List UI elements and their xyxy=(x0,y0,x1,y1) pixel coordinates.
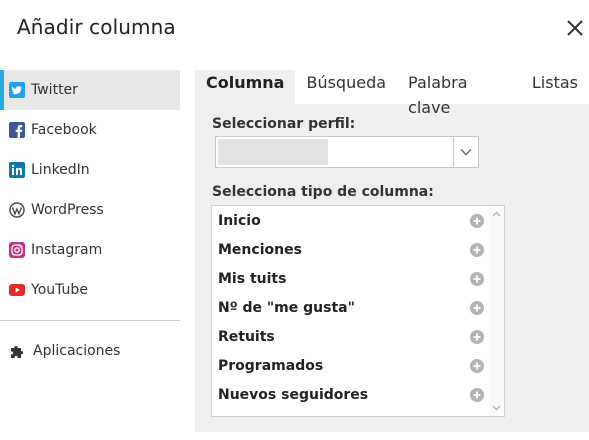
list-item[interactable]: Retuits xyxy=(212,322,490,351)
sidebar: Twitter Facebook LinkedIn WordPress Inst… xyxy=(0,70,180,310)
list-item-label: Nº de "me gusta" xyxy=(218,299,355,316)
list-item[interactable]: Mis tuits xyxy=(212,264,490,293)
list-item-label: Nuevos seguidores xyxy=(218,386,369,403)
profile-label: Seleccionar perfil: xyxy=(212,116,356,132)
sidebar-item-label: WordPress xyxy=(31,202,104,218)
list-scrollbar[interactable] xyxy=(489,206,504,416)
list-item[interactable]: Menciones xyxy=(212,235,490,264)
chevron-up-icon[interactable] xyxy=(492,211,501,217)
sidebar-item-label: YouTube xyxy=(31,282,88,298)
youtube-icon xyxy=(9,282,25,298)
linkedin-icon xyxy=(9,162,25,178)
sidebar-item-facebook[interactable]: Facebook xyxy=(0,110,180,150)
list-item-label: Retuits xyxy=(218,328,275,345)
add-circle-icon[interactable] xyxy=(470,242,484,257)
sidebar-item-label: LinkedIn xyxy=(31,162,90,178)
sidebar-item-instagram[interactable]: Instagram xyxy=(0,230,180,270)
list-item[interactable]: Nº de "me gusta" xyxy=(212,293,490,322)
sidebar-divider xyxy=(0,320,180,321)
wordpress-icon xyxy=(9,202,25,218)
dialog-title: Añadir columna xyxy=(17,15,176,39)
tab-listas[interactable]: Listas xyxy=(521,70,589,104)
add-circle-icon[interactable] xyxy=(470,271,484,286)
list-item-label: Programados xyxy=(218,357,324,374)
list-item-label: Mis tuits xyxy=(218,270,287,287)
add-circle-icon[interactable] xyxy=(470,387,484,402)
close-button[interactable] xyxy=(564,17,586,39)
list-item-label: Menciones xyxy=(218,241,302,258)
chevron-down-icon[interactable] xyxy=(492,405,501,411)
list-item[interactable]: Inicio xyxy=(212,206,490,235)
sidebar-item-apps[interactable]: Aplicaciones xyxy=(9,343,120,359)
tab-columna[interactable]: Columna xyxy=(195,70,296,104)
tab-busqueda[interactable]: Búsqueda xyxy=(295,70,397,104)
column-panel: Columna Búsqueda Palabra clave Listas Se… xyxy=(195,70,589,432)
sidebar-item-label: Instagram xyxy=(31,242,103,258)
apps-label: Aplicaciones xyxy=(33,343,121,359)
twitter-icon xyxy=(9,82,25,98)
sidebar-item-twitter[interactable]: Twitter xyxy=(0,70,180,110)
list-item-label: Inicio xyxy=(218,212,261,229)
profile-select[interactable] xyxy=(215,136,479,168)
facebook-icon xyxy=(9,122,25,138)
sidebar-item-wordpress[interactable]: WordPress xyxy=(0,190,180,230)
column-type-label: Selecciona tipo de columna: xyxy=(212,184,434,200)
add-circle-icon[interactable] xyxy=(470,329,484,344)
tab-bar: Columna Búsqueda Palabra clave Listas xyxy=(195,70,589,117)
add-circle-icon[interactable] xyxy=(470,358,484,373)
list-item[interactable]: Nuevos seguidores xyxy=(212,380,490,409)
instagram-icon xyxy=(9,242,25,258)
sidebar-item-label: Twitter xyxy=(31,82,78,98)
add-circle-icon[interactable] xyxy=(470,213,484,228)
sidebar-item-linkedin[interactable]: LinkedIn xyxy=(0,150,180,190)
list-item[interactable]: Programados xyxy=(212,351,490,380)
column-type-list: Inicio Menciones Mis tuits Nº de "me gus… xyxy=(211,205,505,417)
sidebar-item-youtube[interactable]: YouTube xyxy=(0,270,180,310)
profile-value-redacted xyxy=(218,139,328,165)
sidebar-item-label: Facebook xyxy=(31,122,97,138)
puzzle-icon xyxy=(9,343,25,359)
chevron-down-icon xyxy=(453,137,478,167)
tab-palabra-clave[interactable]: Palabra clave xyxy=(397,70,521,117)
close-icon xyxy=(567,20,583,36)
add-circle-icon[interactable] xyxy=(470,300,484,315)
